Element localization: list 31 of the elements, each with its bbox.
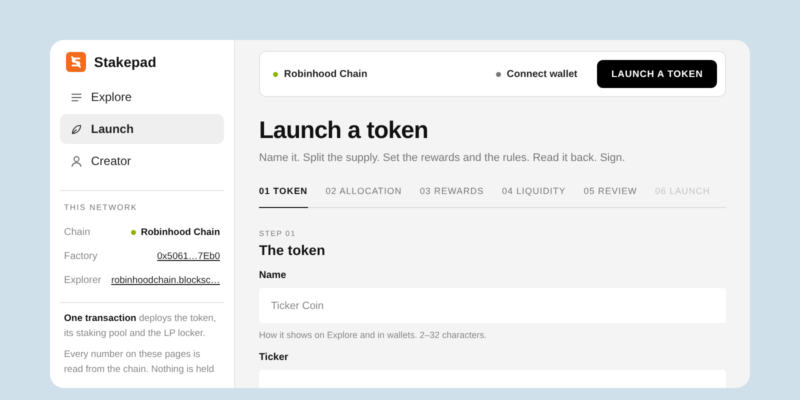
person-icon: [70, 154, 83, 168]
note-text: One transaction deploys the token, its staking pool and the LP locker.: [64, 312, 218, 341]
page-subtitle: Name it. Split the supply. Set the rewards and the rules. Read it back. Sign.: [259, 152, 626, 164]
step-tab[interactable]: 05 REVIEW: [584, 186, 638, 208]
step-tab[interactable]: 02 ALLOCATION: [326, 186, 402, 208]
nav-item[interactable]: Explore: [60, 82, 224, 112]
address-link[interactable]: 0x5061…7Eb0: [157, 250, 220, 262]
brand-name: Stakepad: [94, 54, 156, 70]
row-label: Explorer: [64, 274, 102, 286]
field-label: Ticker: [259, 352, 290, 363]
connect-wallet-link[interactable]: Connect wallet: [506, 68, 578, 80]
launch-token-button[interactable]: LAUNCH A TOKEN: [597, 60, 717, 88]
section-heading: THIS NETWORK: [64, 203, 138, 212]
page-title: Launch a token: [259, 117, 430, 145]
row-label: Factory: [64, 250, 98, 262]
field-label: Name: [259, 270, 288, 281]
chain-name: Robinhood Chain: [284, 68, 368, 80]
step-tab[interactable]: 04 LIQUIDITY: [502, 186, 566, 208]
step-tab[interactable]: 03 REWARDS: [420, 186, 484, 208]
logo-icon: [66, 52, 86, 72]
step-tab[interactable]: 01 TOKEN: [259, 186, 308, 208]
chain-name: Robinhood Chain: [140, 226, 220, 238]
list-icon: [70, 90, 83, 104]
section-title: The token: [259, 242, 326, 258]
address-link[interactable]: robinhoodchain.blocksc…: [111, 274, 220, 286]
input-field[interactable]: Ticker Coin: [259, 288, 726, 323]
nav-item[interactable]: Creator: [60, 146, 224, 176]
nav-item[interactable]: Launch: [60, 114, 224, 144]
field-hint: How it shows on Explore and in wallets. 2–32 characters.: [259, 330, 488, 340]
note-text: Every number on these pages is read from the chain. Nothing is held: [64, 348, 215, 377]
row-label: Chain: [64, 226, 90, 238]
